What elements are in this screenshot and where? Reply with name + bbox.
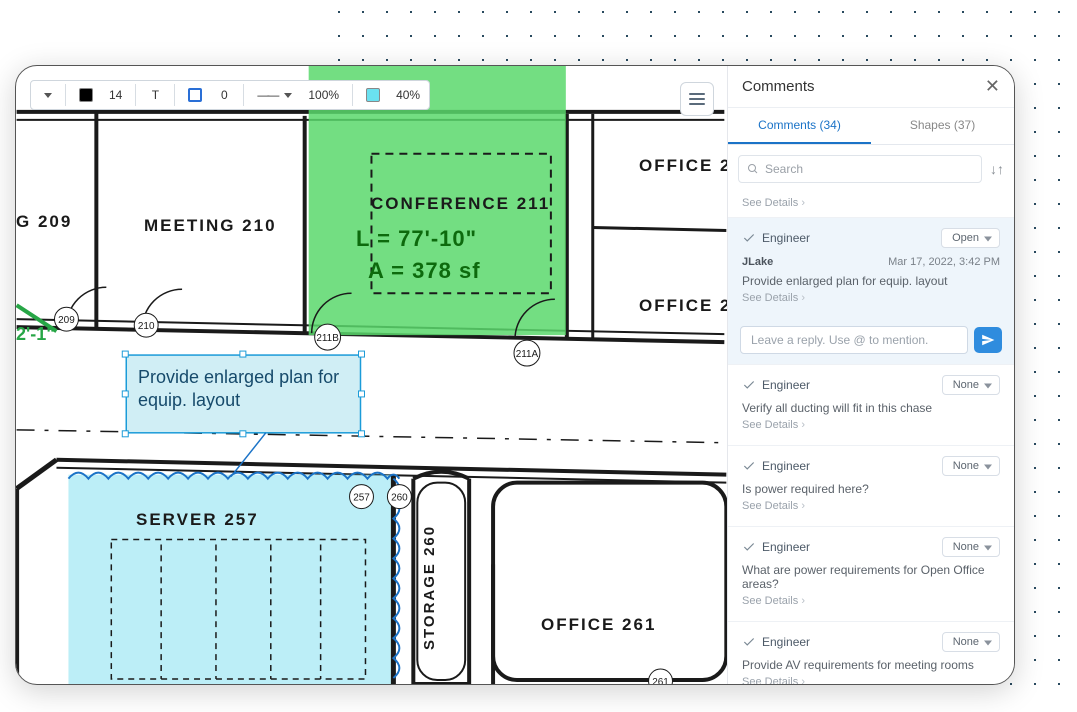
app-window: 209 210 211B 211A 257 260 261 G 209 MEET… xyxy=(15,65,1015,685)
status-dropdown[interactable]: None xyxy=(942,632,1000,652)
status-dropdown[interactable]: Open xyxy=(941,228,1000,248)
see-details-link[interactable]: See Details xyxy=(742,288,1000,312)
stroke-width-input[interactable]: 0 xyxy=(212,83,236,107)
comment-text: Provide enlarged plan for equip. layout xyxy=(742,274,1000,288)
svg-text:260: 260 xyxy=(391,493,408,504)
room-label-office261: OFFICE 261 xyxy=(541,615,656,635)
role-icon xyxy=(742,378,756,392)
room-label-g209: G 209 xyxy=(16,212,72,232)
fill-color-swatch[interactable] xyxy=(73,83,99,107)
comment-item[interactable]: Engineer None Verify all ducting will fi… xyxy=(728,364,1014,445)
opacity-2[interactable]: 40% xyxy=(390,83,426,107)
measurement-length: L = 77'-10" xyxy=(356,226,477,252)
opacity-1[interactable]: 100% xyxy=(302,83,345,107)
room-label-storage260: STORAGE 260 xyxy=(421,525,438,650)
panel-title: Comments xyxy=(742,78,815,95)
svg-text:261: 261 xyxy=(652,677,669,684)
sort-icon[interactable]: ↓↑ xyxy=(990,161,1004,177)
font-family-dropdown[interactable] xyxy=(34,83,58,107)
role-icon xyxy=(742,231,756,245)
comment-timestamp: Mar 17, 2022, 3:42 PM xyxy=(888,256,1000,268)
comment-role: Engineer xyxy=(742,231,810,245)
send-icon xyxy=(981,333,995,347)
room-label-server257: SERVER 257 xyxy=(136,510,259,530)
stroke-color-swatch[interactable] xyxy=(182,83,208,107)
room-label-office-lower: OFFICE 2 xyxy=(639,296,732,316)
comment-item[interactable]: Engineer None What are power requirement… xyxy=(728,526,1014,621)
text-tool-button[interactable]: T xyxy=(143,83,167,107)
status-dropdown[interactable]: None xyxy=(942,537,1000,557)
search-input[interactable]: Search xyxy=(738,155,982,183)
markup-toolbar: 14 T 0 —— 100% 40% xyxy=(30,80,430,110)
comment-item[interactable]: Engineer None Is power required here? Se… xyxy=(728,445,1014,526)
room-label-meeting210: MEETING 210 xyxy=(144,216,277,236)
comments-panel: Comments ✕ Comments (34) Shapes (37) Sea… xyxy=(727,66,1014,684)
svg-text:211A: 211A xyxy=(516,349,539,360)
room-label-office-upper: OFFICE 2 xyxy=(639,156,732,176)
tab-comments[interactable]: Comments (34) xyxy=(728,108,871,144)
role-icon xyxy=(742,635,756,649)
reply-row: Leave a reply. Use @ to mention. xyxy=(728,318,1014,364)
role-icon xyxy=(742,540,756,554)
comment-item[interactable]: Engineer None Provide AV requirements fo… xyxy=(728,621,1014,684)
search-icon xyxy=(747,163,759,175)
svg-text:257: 257 xyxy=(353,493,370,504)
status-dropdown[interactable]: None xyxy=(942,375,1000,395)
line-style-dropdown[interactable]: —— xyxy=(251,83,298,107)
svg-text:210: 210 xyxy=(138,321,155,332)
close-icon[interactable]: ✕ xyxy=(985,76,1000,97)
room-label-conference211: CONFERENCE 211 xyxy=(371,194,550,214)
see-details-link[interactable]: See Details xyxy=(728,193,1014,217)
send-button[interactable] xyxy=(974,327,1002,353)
reply-input[interactable]: Leave a reply. Use @ to mention. xyxy=(740,326,968,354)
svg-text:209: 209 xyxy=(58,315,75,326)
tab-shapes[interactable]: Shapes (37) xyxy=(871,108,1014,144)
measurement-area: A = 378 sf xyxy=(368,258,481,284)
status-dropdown[interactable]: None xyxy=(942,456,1000,476)
menu-icon[interactable] xyxy=(680,82,714,116)
comment-item[interactable]: Engineer Open JLake Mar 17, 2022, 3:42 P… xyxy=(728,217,1014,318)
comment-author: JLake xyxy=(742,256,773,268)
svg-text:211B: 211B xyxy=(316,333,339,344)
dimension-left: 2'-1" xyxy=(16,324,55,345)
role-icon xyxy=(742,459,756,473)
fill-color-2[interactable] xyxy=(360,83,386,107)
font-size-input[interactable]: 14 xyxy=(103,83,128,107)
callout-text[interactable]: Provide enlarged plan for equip. layout xyxy=(138,366,353,413)
